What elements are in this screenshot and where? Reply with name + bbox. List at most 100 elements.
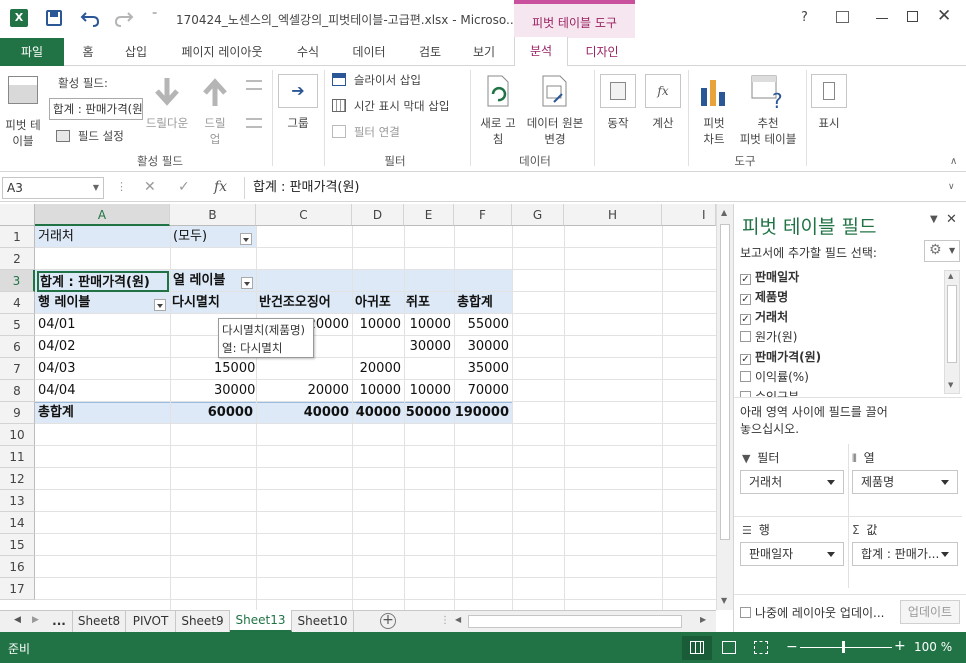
report-filter-dropdown[interactable] (240, 231, 252, 245)
row-header[interactable]: 12 (0, 468, 35, 490)
name-box[interactable]: A3 ▼ (2, 177, 104, 199)
zoom-out-icon[interactable]: − (786, 639, 798, 655)
new-sheet-icon[interactable]: + (380, 613, 396, 629)
cell-e8[interactable]: 10000 (404, 380, 451, 402)
cell-b4[interactable]: 다시멸치 (172, 292, 220, 314)
cell-a9[interactable]: 총합계 (38, 402, 74, 424)
column-header-e[interactable]: E (404, 204, 454, 226)
cell-a5[interactable]: 04/01 (38, 314, 75, 336)
row-header[interactable]: 11 (0, 446, 35, 468)
row-header[interactable]: 1 (0, 226, 35, 248)
filter-connections-button[interactable]: 필터 연결 (332, 124, 400, 140)
tab-view[interactable]: 보기 (464, 38, 504, 66)
cell-a3[interactable]: 합계 : 판매가격(원) (37, 271, 169, 292)
cell-e5[interactable]: 10000 (404, 314, 451, 336)
field-settings-button[interactable]: 필드 설정 (56, 128, 124, 146)
active-field-input[interactable]: 합계 : 판매가격(원) (49, 98, 143, 120)
field-list-scrollbar[interactable]: ▲ ▼ (944, 270, 960, 394)
row-header[interactable]: 2 (0, 248, 35, 270)
cell-f9[interactable]: 190000 (454, 402, 509, 424)
select-all-corner[interactable] (0, 204, 35, 226)
tab-insert[interactable]: 삽입 (116, 38, 156, 66)
cell-f6[interactable]: 30000 (454, 336, 509, 358)
sheet-scroll-right-icon[interactable]: ▶ (32, 615, 39, 625)
row-labels-dropdown[interactable] (154, 297, 166, 311)
tab-review[interactable]: 검토 (410, 38, 450, 66)
row-header[interactable]: 13 (0, 490, 35, 512)
field-item-cost[interactable]: 원가(원) (740, 328, 797, 347)
field-item-product-name[interactable]: ✓ 제품명 (740, 288, 788, 307)
cell-a8[interactable]: 04/04 (38, 380, 75, 402)
undo-icon[interactable] (80, 9, 100, 27)
tab-data[interactable]: 데이터 (344, 38, 394, 66)
cell-d9[interactable]: 40000 (352, 402, 401, 424)
row-header[interactable]: 15 (0, 534, 35, 556)
sheet-tabs-more[interactable]: ... (48, 611, 70, 632)
row-header[interactable]: 4 (0, 292, 35, 314)
scroll-up-icon[interactable]: ▲ (948, 272, 953, 280)
checkbox-checked-icon[interactable]: ✓ (740, 354, 751, 365)
sheet-tab-sheet8[interactable]: Sheet8 (72, 611, 126, 632)
checkbox-unchecked-icon[interactable] (740, 331, 751, 342)
column-header-c[interactable]: C (256, 204, 352, 226)
zoom-slider[interactable] (800, 641, 892, 653)
column-header-a[interactable]: A (35, 204, 170, 226)
sheet-scroll-left-icon[interactable]: ◀ (14, 615, 21, 625)
pane-options-icon[interactable]: ▼ (930, 214, 938, 225)
worksheet-grid[interactable]: A B C D E F G H I 1 2 3 4 5 6 7 8 9 10 1… (0, 204, 716, 610)
column-header-f[interactable]: F (454, 204, 512, 226)
cell-a7[interactable]: 04/03 (38, 358, 75, 380)
insert-function-icon[interactable]: fx (214, 179, 227, 195)
pivot-table-button[interactable]: 피벗 테 이블 (2, 70, 44, 150)
group-button[interactable]: ➔ 그룹 (278, 72, 318, 148)
scroll-thumb[interactable] (720, 224, 730, 540)
tab-analyze[interactable]: 분석 (514, 37, 568, 67)
tab-formulas[interactable]: 수식 (288, 38, 328, 66)
cell-c4[interactable]: 반건조오징어 (259, 292, 331, 314)
horizontal-scroll-thumb[interactable] (468, 615, 682, 628)
zoom-slider-thumb[interactable] (842, 641, 845, 653)
refresh-button[interactable]: 새로 고 침 (476, 72, 520, 152)
cell-e4[interactable]: 쥐포 (406, 292, 430, 314)
sheet-tab-pivot[interactable]: PIVOT (126, 611, 176, 632)
cell-f7[interactable]: 35000 (454, 358, 509, 380)
checkbox-checked-icon[interactable]: ✓ (740, 274, 751, 285)
cancel-icon[interactable]: ✕ (144, 179, 156, 195)
field-item-sale-price[interactable]: ✓ 판매가격(원) (740, 348, 821, 367)
cell-f5[interactable]: 55000 (454, 314, 509, 336)
checkbox-checked-icon[interactable]: ✓ (740, 294, 751, 305)
vertical-scrollbar[interactable]: ▲ ▼ (716, 204, 733, 610)
close-icon[interactable]: ✕ (937, 6, 951, 26)
row-header[interactable]: 3 (0, 270, 35, 292)
excel-icon[interactable]: X (10, 9, 28, 27)
row-header[interactable]: 16 (0, 556, 35, 578)
cell-f8[interactable]: 70000 (454, 380, 509, 402)
expand-field-icon[interactable] (246, 80, 262, 90)
column-header-b[interactable]: B (170, 204, 256, 226)
insert-timeline-button[interactable]: 시간 표시 막대 삽입 (332, 98, 449, 114)
column-header-i[interactable]: I (662, 204, 716, 226)
checkbox-checked-icon[interactable]: ✓ (740, 314, 751, 325)
cell-d4[interactable]: 아귀포 (355, 292, 391, 314)
defer-layout-update[interactable]: 나중에 레이아웃 업데이... (740, 604, 884, 621)
checkbox-unchecked-icon[interactable] (740, 391, 751, 397)
change-data-source-button[interactable]: 데이터 원본 변경 (522, 72, 588, 152)
save-icon[interactable] (46, 10, 62, 26)
actions-button[interactable]: 동작 (598, 72, 638, 148)
recommended-pivot-button[interactable]: ? 추천 피벗 테이블 (734, 72, 802, 152)
scroll-down-icon[interactable]: ▼ (948, 381, 953, 389)
field-list-box[interactable]: ✓ 판매일자 ✓ 제품명 ✓ 거래처 원가(원) ✓ 판매가격(원) 이익률(%) 수익… (734, 268, 962, 398)
tab-file[interactable]: 파일 (0, 38, 64, 66)
cell-c9[interactable]: 40000 (256, 402, 349, 424)
field-item-revenue-type[interactable]: 수익구분 (740, 388, 799, 397)
cell-f4[interactable]: 총합계 (457, 292, 493, 314)
checkbox-unchecked-icon[interactable] (740, 607, 751, 618)
column-header-g[interactable]: G (512, 204, 564, 226)
ribbon-display-icon[interactable] (836, 11, 849, 23)
update-button[interactable]: 업데이트 (900, 600, 960, 624)
page-layout-view-icon[interactable] (722, 641, 736, 654)
column-header-h[interactable]: H (564, 204, 662, 226)
zoom-in-icon[interactable]: + (894, 638, 906, 654)
cell-a1[interactable]: 거래처 (38, 226, 74, 248)
scroll-up-icon[interactable]: ▲ (721, 208, 727, 217)
